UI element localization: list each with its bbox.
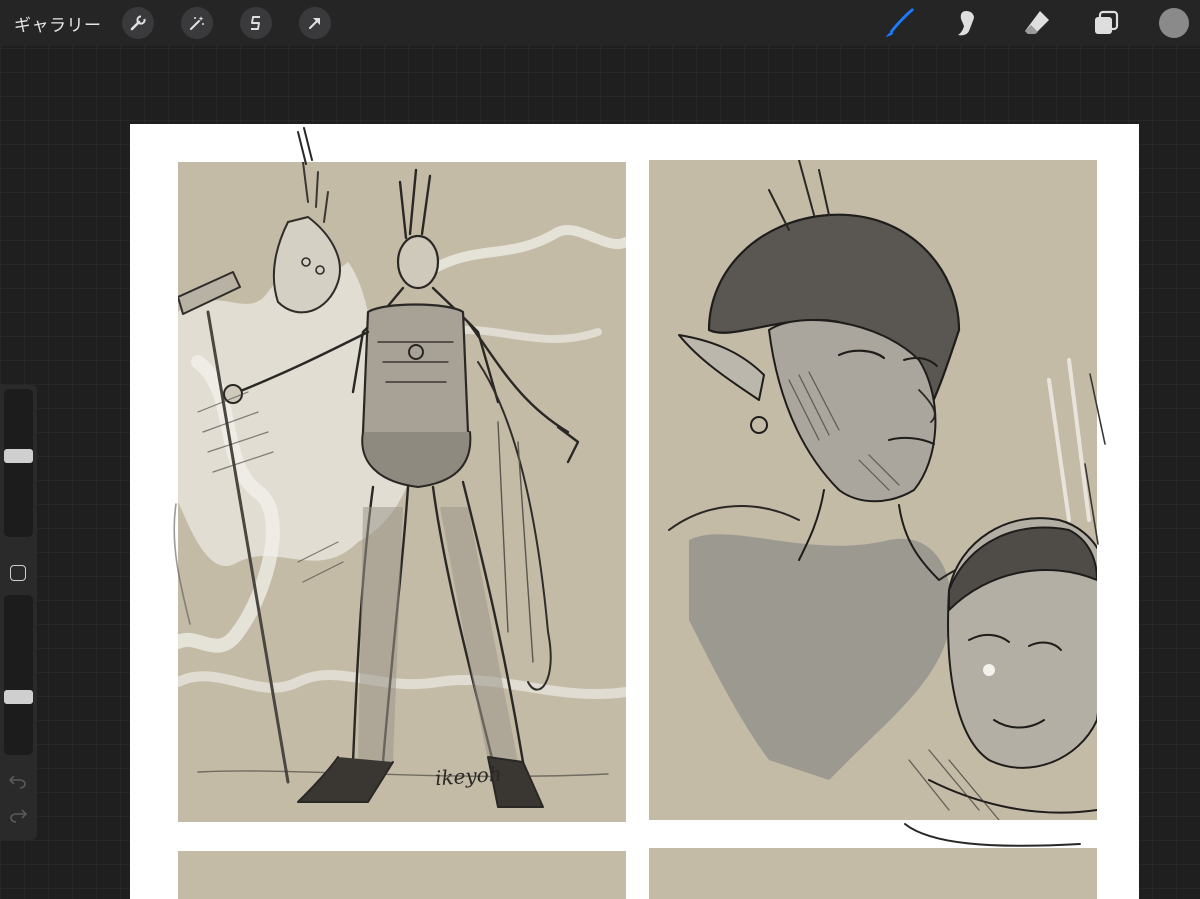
brush-tool-button[interactable] [884,7,916,39]
modify-square-icon[interactable] [10,565,26,581]
brush-icon [885,8,914,38]
brush-size-slider-handle[interactable] [4,449,33,464]
overflow-strokes [173,127,1106,847]
left-sidebar [0,385,37,840]
actions-button[interactable] [122,7,154,39]
magic-wand-icon [190,16,204,30]
drawing-canvas[interactable]: ikeyoh [130,124,1139,899]
color-picker-button[interactable] [1159,8,1189,38]
undo-icon[interactable] [9,773,27,789]
transform-arrow-icon [309,18,320,29]
smudge-icon [958,11,974,36]
adjustments-button[interactable] [181,7,213,39]
selection-icon [251,16,260,30]
top-toolbar: ギャラリー [0,0,1200,46]
selection-button[interactable] [240,7,272,39]
artist-signature: ikeyoh [434,761,503,791]
eraser-icon [1025,11,1049,34]
layers-button[interactable] [1090,7,1122,39]
eraser-tool-button[interactable] [1021,7,1053,39]
redo-icon[interactable] [9,807,27,823]
layers-icon [1095,10,1119,34]
smudge-tool-button[interactable] [950,7,982,39]
gallery-button[interactable]: ギャラリー [14,11,102,36]
opacity-slider[interactable] [4,595,33,755]
opacity-slider-handle[interactable] [4,689,33,704]
wrench-icon [130,15,146,31]
transform-button[interactable] [299,7,331,39]
